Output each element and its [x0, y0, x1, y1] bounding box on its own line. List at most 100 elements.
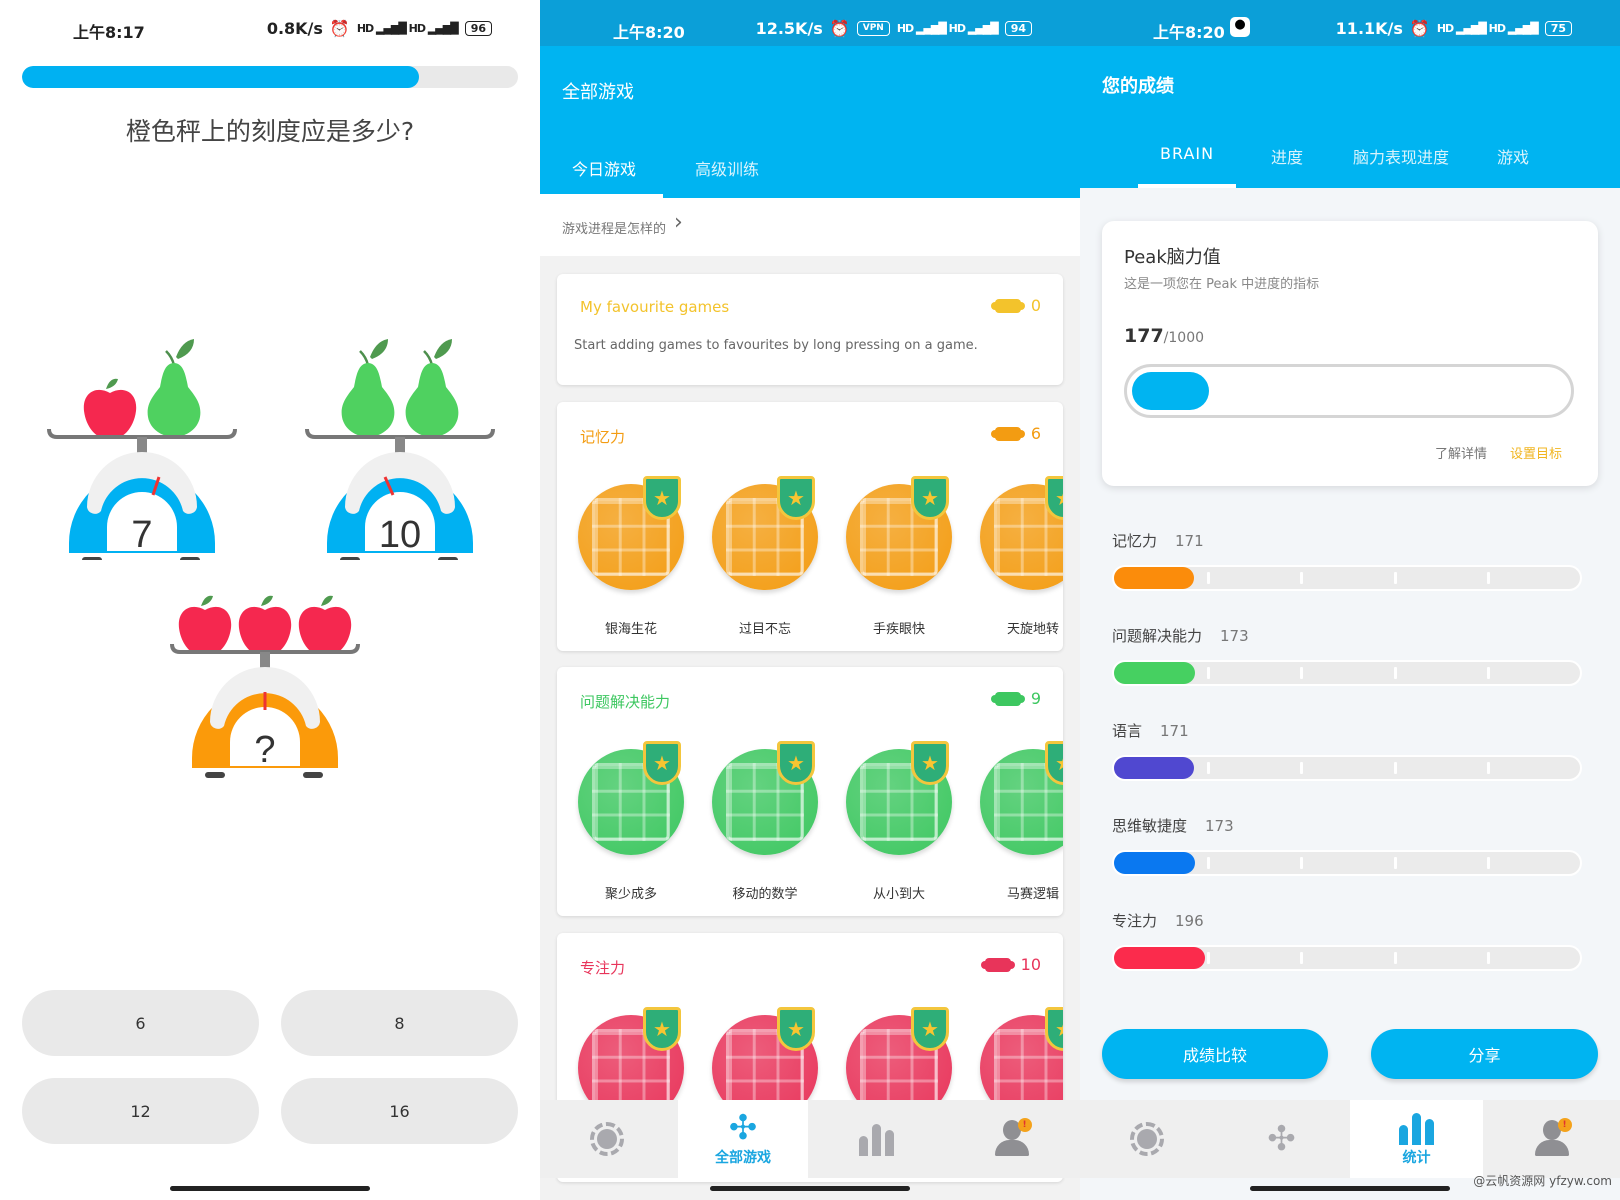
all-games-screen: 上午8:20 12.5K/s ⏰ VPN HD ▂▄▆█ HD ▂▄▆█ 94 …	[540, 0, 1080, 1200]
category-count: 9	[990, 689, 1041, 708]
score-value: 171	[1175, 532, 1204, 550]
apple-icon	[83, 378, 137, 437]
status-bar: 上午8:20 ● 11.1K/s ⏰ HD ▂▄▆█ HD ▂▄▆█ 75	[1080, 0, 1620, 46]
home-indicator[interactable]	[710, 1186, 910, 1191]
star-badge-icon: ★	[777, 741, 815, 785]
scale-tick	[1393, 952, 1397, 964]
workout-ring-icon	[1129, 1122, 1164, 1156]
puzzle-icon: ✣	[728, 1108, 758, 1148]
game-tile[interactable]: ★ 手疾眼快	[839, 476, 959, 637]
scale-tick	[1486, 857, 1490, 869]
tab-brain[interactable]: BRAIN	[1160, 144, 1214, 163]
tab-today-games[interactable]: 今日游戏	[572, 156, 636, 180]
home-indicator[interactable]	[170, 1186, 370, 1191]
score-bar	[1112, 755, 1582, 781]
game-tile[interactable]: ★ 移动的数学	[705, 741, 825, 902]
answer-label: 16	[389, 1101, 410, 1121]
qq-icon: ●	[1230, 17, 1250, 37]
tab-bar: 今日游戏 高级训练	[540, 132, 1080, 198]
score-value: 196	[1175, 912, 1204, 930]
answer-button[interactable]: 16	[281, 1078, 518, 1144]
puzzle-icon	[990, 691, 1025, 706]
peak-title: Peak脑力值	[1124, 247, 1221, 268]
nav-label: 全部游戏	[715, 1150, 771, 1166]
nav-stats[interactable]: 统计	[1350, 1100, 1483, 1178]
alarm-icon: ⏰	[1409, 19, 1430, 38]
score-bar	[1112, 660, 1582, 686]
game-tile[interactable]: ★ 过目不忘	[705, 476, 825, 637]
nav-profile[interactable]: !	[945, 1100, 1078, 1178]
network-speed: 11.1K/s	[1335, 19, 1403, 38]
page-title: 全部游戏	[562, 82, 634, 103]
brain-score-row: 记忆力 171	[1112, 530, 1582, 591]
progress-info-link[interactable]: 游戏进程是怎样的 ›	[540, 198, 1080, 256]
answer-button[interactable]: 12	[22, 1078, 259, 1144]
game-tile[interactable]: ★ 从小到大	[839, 741, 959, 902]
star-badge-icon: ★	[911, 741, 949, 785]
answer-label: 6	[135, 1013, 146, 1033]
brain-score-row: 专注力 196	[1112, 910, 1582, 971]
peak-progress-bar	[1124, 364, 1574, 418]
nav-stats[interactable]	[810, 1100, 943, 1178]
favourites-count: 0	[990, 296, 1041, 315]
tab-advanced-training[interactable]: 高级训练	[695, 156, 759, 180]
puzzle-icon	[980, 957, 1015, 972]
game-tile[interactable]: ★ 银海生花	[571, 476, 691, 637]
peak-score-card: Peak脑力值 这是一项您在 Peak 中进度的指标 177/1000 了解详情…	[1102, 221, 1598, 486]
tab-progress[interactable]: 进度	[1271, 144, 1303, 168]
score-bar-fill	[1114, 662, 1195, 684]
puzzle-icon	[990, 426, 1025, 441]
nav-workout[interactable]	[540, 1100, 673, 1178]
game-tile[interactable]: ★ 聚少成多	[571, 741, 691, 902]
scale-tick	[1300, 572, 1304, 584]
game-name: 手疾眼快	[872, 622, 925, 637]
nav-profile[interactable]: !	[1485, 1100, 1618, 1178]
compare-results-button[interactable]: 成绩比较	[1102, 1029, 1328, 1079]
watermark: @云帆资源网 yfzyw.com	[1473, 1174, 1612, 1188]
answer-label: 12	[130, 1101, 151, 1121]
answer-button[interactable]: 8	[281, 990, 518, 1056]
weighing-scale: 10	[305, 335, 495, 564]
peak-max: /1000	[1163, 330, 1205, 346]
game-name: 从小到大	[872, 887, 925, 902]
favourites-card[interactable]: My favourite games 0 Start adding games …	[557, 274, 1063, 385]
score-label: 问题解决能力	[1112, 627, 1203, 645]
quiz-progress-bar	[22, 66, 518, 88]
bottom-nav: ✣ 全部游戏 !	[540, 1100, 1080, 1178]
scale-tick	[1486, 952, 1490, 964]
home-indicator[interactable]	[1250, 1186, 1450, 1191]
game-name: 天旋地转	[1006, 622, 1059, 637]
count-value: 10	[1020, 955, 1041, 974]
favourites-hint: Start adding games to favourites by long…	[574, 338, 978, 353]
scale-tick	[1486, 572, 1490, 584]
tab-brain-performance[interactable]: 脑力表现进度	[1353, 144, 1449, 168]
score-bar-fill	[1114, 567, 1194, 589]
share-button[interactable]: 分享	[1371, 1029, 1598, 1079]
category-card: 问题解决能力 9 ★ 聚少成多 ★ 移动的数学 ★ 从小到大 ★ 马赛逻辑	[557, 667, 1063, 916]
scale-tick	[1393, 857, 1397, 869]
score-bar	[1112, 945, 1582, 971]
star-badge-icon: ★	[911, 1007, 949, 1051]
star-badge-icon: ★	[777, 1007, 815, 1051]
nav-label: 统计	[1402, 1150, 1431, 1166]
game-tile[interactable]: ★ 天旋地转	[973, 476, 1063, 637]
tab-bar: BRAIN 进度 脑力表现进度 游戏	[1080, 122, 1620, 188]
nav-workout[interactable]	[1080, 1100, 1213, 1178]
weighing-scale: 7	[47, 335, 237, 564]
nav-all-games[interactable]: ✣	[1215, 1100, 1348, 1178]
answer-button[interactable]: 6	[22, 990, 259, 1056]
category-count: 6	[990, 424, 1041, 443]
category-card: 记忆力 6 ★ 银海生花 ★ 过目不忘 ★ 手疾眼快 ★ 天旋地转	[557, 402, 1063, 651]
learn-more-link[interactable]: 了解详情	[1435, 443, 1487, 462]
nav-all-games[interactable]: ✣ 全部游戏	[678, 1100, 808, 1178]
app-header: 您的成绩	[1080, 46, 1620, 122]
game-tile[interactable]: ★ 马赛逻辑	[973, 741, 1063, 902]
game-name: 马赛逻辑	[1006, 887, 1059, 902]
scale-tick	[1393, 667, 1397, 679]
tab-games[interactable]: 游戏	[1497, 144, 1529, 168]
peak-score: 177/1000	[1124, 325, 1204, 347]
status-time: 上午8:17	[73, 23, 145, 42]
set-goal-link[interactable]: 设置目标	[1510, 443, 1562, 462]
app-header: 全部游戏	[540, 46, 1080, 132]
apple-icon	[298, 595, 352, 654]
